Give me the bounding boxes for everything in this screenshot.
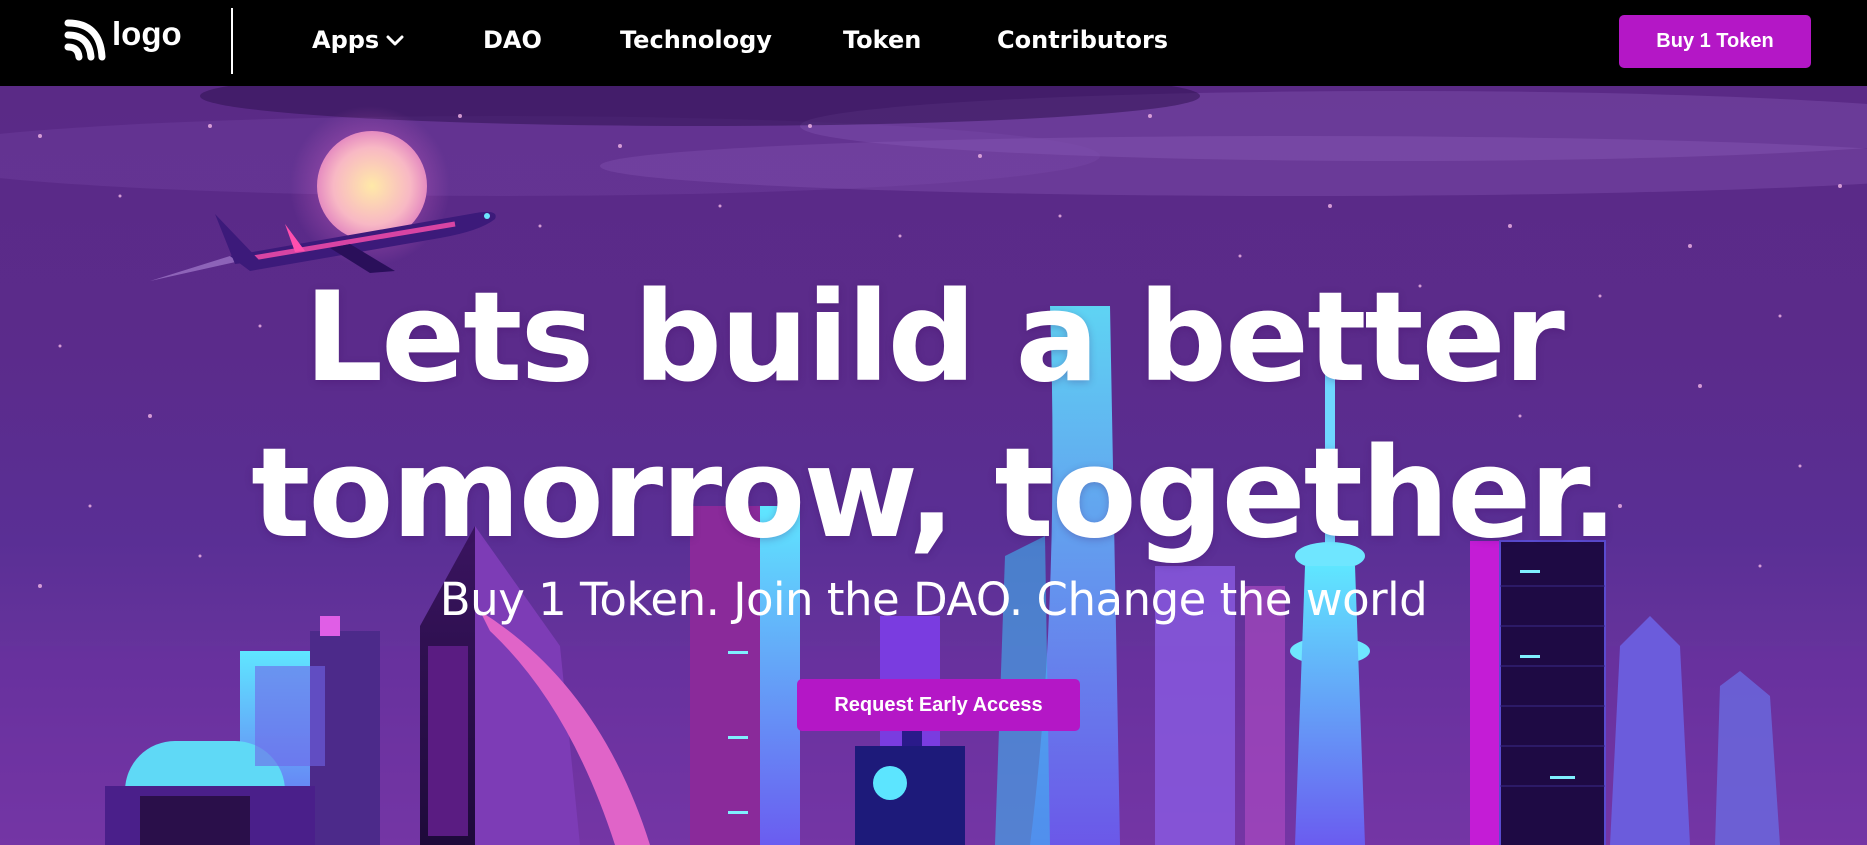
- hero-subheadline: Buy 1 Token. Join the DAO. Change the wo…: [439, 573, 1428, 626]
- logo[interactable]: logo: [64, 15, 182, 61]
- nav-item-dao[interactable]: DAO: [483, 26, 542, 54]
- hero-headline-line-2: tomorrow, together.: [251, 422, 1618, 566]
- nav-item-technology[interactable]: Technology: [620, 26, 772, 54]
- nav-divider: [231, 8, 233, 74]
- logo-icon: [64, 19, 106, 61]
- nav-item-label: Technology: [620, 26, 772, 54]
- top-navigation-bar: logo Apps DAO Technology Token Contribut…: [0, 0, 1867, 86]
- buy-token-button[interactable]: Buy 1 Token: [1619, 15, 1811, 68]
- hero-headline-line-1: Lets build a better: [304, 266, 1565, 410]
- chevron-down-icon: [386, 35, 404, 46]
- nav-item-label: Apps: [312, 26, 380, 54]
- logo-text: logo: [112, 15, 182, 52]
- nav-item-label: DAO: [483, 26, 542, 54]
- nav-item-label: Token: [843, 26, 922, 54]
- nav-item-label: Contributors: [997, 26, 1169, 54]
- nav-item-apps[interactable]: Apps: [312, 26, 404, 54]
- request-early-access-button[interactable]: Request Early Access: [797, 679, 1080, 731]
- hero-section: Lets build a better tomorrow, together. …: [0, 86, 1867, 845]
- nav-item-token[interactable]: Token: [843, 26, 921, 54]
- nav-item-contributors[interactable]: Contributors: [997, 26, 1168, 54]
